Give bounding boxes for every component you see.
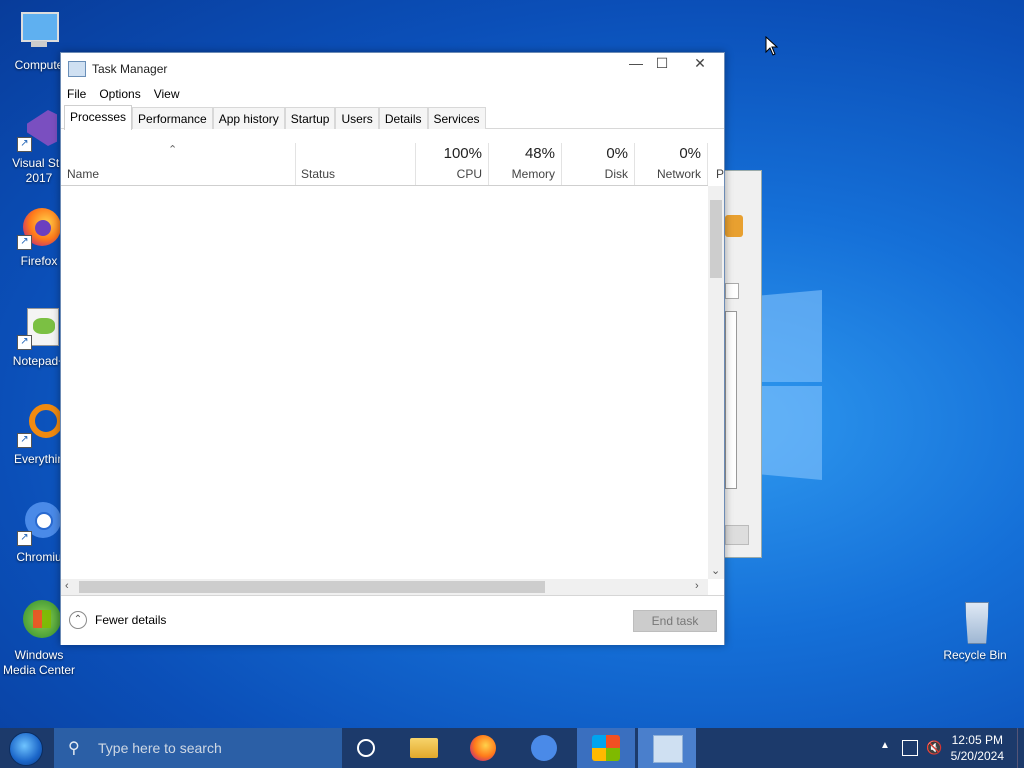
process-table-header: ⌃ Name Status 100% CPU 48% Memory 0% Dis…	[61, 143, 724, 186]
search-placeholder: Type here to search	[98, 740, 222, 756]
menu-view[interactable]: View	[154, 87, 180, 101]
mouse-cursor-icon	[765, 36, 779, 56]
column-name[interactable]: ⌃ Name	[61, 143, 296, 185]
clock-date: 5/20/2024	[950, 749, 1004, 763]
fewer-details-link[interactable]: Fewer details	[95, 613, 166, 627]
taskbar-search-box[interactable]: ⚲ Type here to search	[54, 728, 342, 768]
shortcut-arrow-icon: ↗	[17, 531, 32, 546]
shortcut-arrow-icon: ↗	[17, 433, 32, 448]
firefox-icon: ↗	[17, 206, 61, 250]
app-icon	[725, 215, 743, 237]
taskbar-task-manager[interactable]	[638, 728, 696, 768]
notepadpp-icon: ↗	[17, 306, 61, 350]
task-manager-icon	[68, 60, 86, 77]
tab-users[interactable]: Users	[335, 107, 379, 129]
taskbar: ⚲ Type here to search ▲ 🔇 12:05 PM 5/20/…	[0, 728, 1024, 768]
windows-start-icon	[9, 732, 43, 766]
end-task-button[interactable]: End task	[633, 610, 717, 632]
column-network[interactable]: 0% Network	[634, 143, 708, 185]
horizontal-scrollbar[interactable]: ‹ ›	[61, 579, 708, 595]
scroll-right-icon[interactable]: ›	[695, 580, 699, 592]
visual-studio-icon: ↗	[17, 108, 61, 152]
start-button[interactable]	[0, 728, 54, 768]
column-power[interactable]: P	[707, 143, 724, 185]
file-explorer-icon	[410, 738, 438, 758]
column-memory[interactable]: 48% Memory	[488, 143, 562, 185]
clock-time: 12:05 PM	[951, 733, 1003, 747]
close-button[interactable]: ✕	[681, 53, 719, 75]
tab-details[interactable]: Details	[378, 107, 428, 129]
taskbar-firefox[interactable]	[455, 728, 513, 768]
chromium-icon	[531, 735, 557, 761]
network-icon[interactable]	[902, 740, 918, 756]
taskbar-chromium[interactable]	[516, 728, 574, 768]
menu-options[interactable]: Options	[99, 87, 140, 101]
menu-bar: File Options View	[61, 84, 724, 104]
vertical-scroll-thumb[interactable]	[710, 200, 722, 278]
scroll-down-icon[interactable]: ⌄	[711, 564, 720, 577]
column-cpu[interactable]: 100% CPU	[415, 143, 489, 185]
column-disk[interactable]: 0% Disk	[561, 143, 635, 185]
maximize-button[interactable]: ☐	[643, 53, 681, 75]
show-desktop-button[interactable]	[1017, 728, 1024, 768]
tab-app-history[interactable]: App history	[212, 107, 285, 129]
window-title: Task Manager	[92, 61, 168, 76]
list-box	[725, 311, 737, 489]
chromium-icon: ↗	[17, 502, 61, 546]
scroll-left-icon[interactable]: ‹	[65, 580, 69, 592]
task-manager-window[interactable]: Task Manager — ☐ ✕ File Options View Pro…	[60, 52, 725, 645]
shortcut-arrow-icon: ↗	[17, 335, 32, 350]
tray-overflow-icon[interactable]: ▲	[880, 740, 890, 751]
cortana-circle-icon	[357, 739, 375, 757]
search-icon: ⚲	[68, 740, 80, 757]
footer-bar: ⌃ Fewer details End task	[61, 595, 724, 645]
computer-icon	[17, 10, 61, 54]
recycle-bin-icon	[953, 600, 997, 644]
firefox-icon	[470, 735, 496, 761]
dialog-button[interactable]	[725, 525, 749, 545]
menu-file[interactable]: File	[67, 87, 86, 101]
horizontal-scroll-thumb[interactable]	[79, 581, 545, 593]
column-status[interactable]: Status	[295, 143, 416, 185]
tab-services[interactable]: Services	[427, 107, 486, 129]
sort-up-icon: ⌃	[168, 144, 178, 156]
wallpaper-windows-logo	[760, 290, 822, 480]
cortana-button[interactable]	[337, 728, 395, 768]
task-manager-icon	[653, 735, 683, 763]
shortcut-arrow-icon: ↗	[17, 235, 32, 250]
tab-bar: Processes Performance App history Startu…	[61, 104, 724, 130]
tab-processes[interactable]: Processes	[64, 105, 133, 130]
everything-icon: ↗	[17, 404, 63, 448]
windows-media-center-icon	[17, 600, 61, 644]
shortcut-arrow-icon: ↗	[17, 137, 32, 152]
desktop-icon-recycle-bin[interactable]: Recycle Bin	[938, 600, 1012, 663]
title-bar[interactable]: Task Manager — ☐ ✕	[61, 53, 724, 84]
vertical-scrollbar[interactable]: ⌄	[708, 186, 724, 579]
taskbar-media-center[interactable]	[577, 728, 635, 768]
system-clock[interactable]: 12:05 PM 5/20/2024	[951, 732, 1004, 764]
tab-performance[interactable]: Performance	[132, 107, 213, 129]
volume-muted-icon[interactable]: 🔇	[926, 740, 942, 756]
desktop-icon-label: Windows Media Center	[2, 648, 76, 677]
chevron-up-icon[interactable]: ⌃	[69, 611, 87, 629]
windows-media-center-icon	[592, 735, 620, 761]
tab-startup[interactable]: Startup	[284, 107, 336, 129]
desktop-icon-label: Recycle Bin	[943, 648, 1007, 662]
field-box	[725, 283, 739, 299]
taskbar-file-explorer[interactable]	[395, 728, 453, 768]
